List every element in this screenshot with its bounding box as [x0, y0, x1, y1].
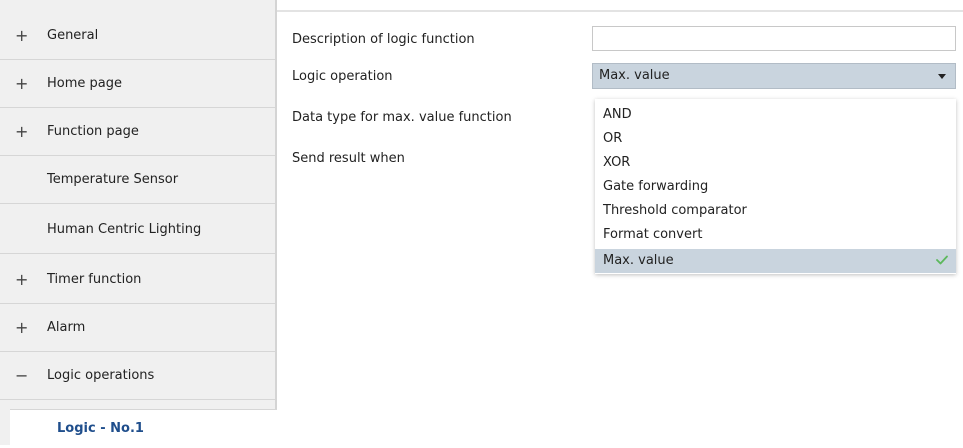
sidebar-item-logic-operations[interactable]: − Logic operations [0, 352, 275, 400]
sidebar-item-label: General [47, 28, 99, 43]
option-max-value[interactable]: Max. value [595, 249, 956, 273]
logic-operation-select[interactable]: Max. value [592, 63, 956, 89]
option-label: XOR [603, 155, 631, 170]
sidebar-item-timer-function[interactable]: + Timer function [0, 256, 275, 304]
check-icon [936, 255, 948, 265]
option-xor[interactable]: XOR [595, 151, 956, 175]
sidebar-item-label: Logic operations [47, 368, 155, 383]
option-label: Threshold comparator [603, 203, 747, 218]
logic-operation-dropdown: AND OR XOR Gate forwarding Threshold com… [595, 99, 956, 274]
sidebar-item-sign [15, 156, 27, 204]
option-label: Max. value [603, 253, 674, 268]
expand-icon[interactable]: + [15, 108, 28, 156]
data-type-label: Data type for max. value function [292, 110, 512, 125]
sidebar-item-label: Alarm [47, 320, 86, 335]
sidebar-item-human-centric-lighting[interactable]: Human Centric Lighting [0, 206, 275, 254]
option-format-convert[interactable]: Format convert [595, 223, 956, 247]
expand-icon[interactable]: + [15, 304, 28, 352]
sidebar-item-alarm[interactable]: + Alarm [0, 304, 275, 352]
option-label: Gate forwarding [603, 179, 709, 194]
description-input[interactable] [592, 26, 956, 51]
sidebar-item-function-page[interactable]: + Function page [0, 108, 275, 156]
sidebar-item-label: Temperature Sensor [47, 172, 179, 187]
option-or[interactable]: OR [595, 127, 956, 151]
description-label: Description of logic function [292, 32, 475, 47]
option-gate-forwarding[interactable]: Gate forwarding [595, 175, 956, 199]
sidebar-item-label: Timer function [47, 272, 142, 287]
option-label: Format convert [603, 227, 703, 242]
expand-icon[interactable]: + [15, 12, 28, 60]
sidebar-item-label: Human Centric Lighting [47, 222, 202, 237]
option-and[interactable]: AND [595, 103, 956, 127]
sidebar-item-home-page[interactable]: + Home page [0, 60, 275, 108]
sidebar-item-label: Home page [47, 76, 122, 91]
sidebar-item-temperature-sensor[interactable]: Temperature Sensor [0, 156, 275, 204]
sidebar-item-label: Function page [47, 124, 139, 139]
sidebar-item-sign [15, 206, 27, 254]
option-label: OR [603, 131, 623, 146]
sidebar-subitem-label: Logic - No.1 [57, 421, 144, 436]
logic-operation-value: Max. value [599, 68, 670, 83]
chevron-down-icon [938, 74, 946, 79]
sidebar: + General + Home page + Function page Te… [0, 0, 277, 445]
logic-operation-label: Logic operation [292, 69, 393, 84]
collapse-icon[interactable]: − [15, 352, 28, 400]
option-label: AND [603, 107, 632, 122]
sidebar-item-general[interactable]: + General [0, 12, 275, 60]
send-result-label: Send result when [292, 151, 405, 166]
option-threshold-comparator[interactable]: Threshold comparator [595, 199, 956, 223]
sidebar-subitem-logic-no1[interactable]: Logic - No.1 [10, 409, 277, 445]
expand-icon[interactable]: + [15, 256, 28, 304]
expand-icon[interactable]: + [15, 60, 28, 108]
